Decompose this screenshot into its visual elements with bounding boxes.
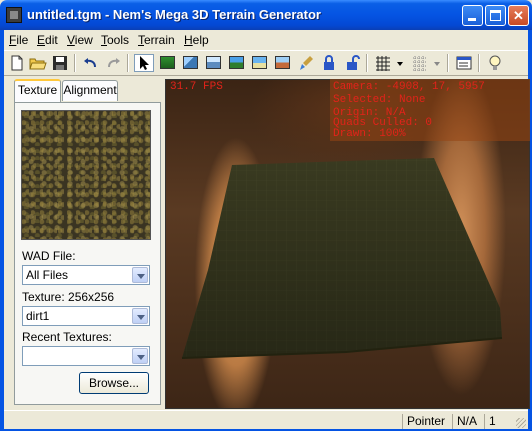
light-bulb-button[interactable] bbox=[485, 54, 505, 72]
undo-button[interactable] bbox=[80, 54, 100, 72]
properties-button[interactable] bbox=[454, 54, 474, 72]
menu-file[interactable]: File bbox=[9, 33, 28, 47]
toolbar-separator bbox=[447, 54, 449, 72]
drawn-readout: Drawn: 100% bbox=[333, 128, 406, 140]
terrain-tool-1-icon bbox=[160, 56, 175, 69]
menu-view[interactable]: View bbox=[67, 33, 93, 47]
pointer-arrow-icon bbox=[140, 56, 149, 70]
lock-button[interactable] bbox=[319, 54, 339, 72]
grid-dotted-icon bbox=[413, 56, 427, 71]
properties-icon bbox=[456, 56, 472, 70]
toolbar-separator bbox=[366, 54, 368, 72]
toolbar-separator bbox=[127, 54, 129, 72]
recent-textures-label: Recent Textures: bbox=[22, 330, 112, 344]
save-disk-icon bbox=[53, 56, 67, 70]
grid-dropdown-button[interactable] bbox=[395, 54, 405, 72]
texture-preview bbox=[21, 110, 151, 240]
lock-icon bbox=[324, 55, 334, 70]
terrain-tool-3-button[interactable] bbox=[204, 54, 224, 72]
open-button[interactable] bbox=[28, 54, 48, 72]
wad-file-select[interactable]: All Files bbox=[22, 265, 150, 285]
selected-readout: Selected: None bbox=[333, 94, 426, 106]
maximize-icon bbox=[490, 10, 501, 21]
title-bar[interactable]: untitled.tgm - Nem's Mega 3D Terrain Gen… bbox=[0, 0, 532, 30]
terrain-tool-4-button[interactable] bbox=[227, 54, 247, 72]
menu-edit[interactable]: Edit bbox=[37, 33, 58, 47]
close-button[interactable]: ✕ bbox=[508, 5, 529, 26]
paint-brush-button[interactable] bbox=[296, 54, 316, 72]
grid-dotted-button[interactable] bbox=[410, 54, 430, 72]
status-coord: N/A bbox=[452, 414, 484, 429]
terrain-tool-6-button[interactable] bbox=[273, 54, 293, 72]
wad-file-value: All Files bbox=[26, 268, 69, 282]
texture-size-label: Texture: 256x256 bbox=[22, 290, 115, 304]
terrain-tool-2-button[interactable] bbox=[181, 54, 201, 72]
tab-texture[interactable]: Texture bbox=[14, 79, 61, 102]
chevron-down-icon bbox=[397, 62, 403, 66]
terrain-tool-3-icon bbox=[206, 56, 221, 69]
toolbar-separator bbox=[478, 54, 480, 72]
texture-value: dirt1 bbox=[26, 309, 50, 323]
browse-button[interactable]: Browse... bbox=[79, 372, 149, 394]
unlock-button[interactable] bbox=[342, 54, 362, 72]
terrain-tool-5-button[interactable] bbox=[250, 54, 270, 72]
terrain-tool-6-icon bbox=[275, 56, 290, 69]
app-icon bbox=[6, 7, 22, 23]
maximize-button[interactable] bbox=[485, 5, 506, 26]
resize-grip[interactable] bbox=[516, 418, 526, 428]
unlock-icon bbox=[347, 55, 360, 70]
grid-button[interactable] bbox=[373, 54, 393, 72]
menu-help[interactable]: Help bbox=[184, 33, 209, 47]
open-folder-icon bbox=[29, 58, 47, 70]
grid-dotted-dropdown-button[interactable] bbox=[432, 54, 442, 72]
tab-strip: Texture Alignment bbox=[0, 79, 165, 102]
texture-select[interactable]: dirt1 bbox=[22, 306, 150, 326]
chevron-down-icon[interactable] bbox=[132, 348, 148, 364]
grid-icon bbox=[376, 56, 390, 71]
menu-tools[interactable]: Tools bbox=[101, 33, 129, 47]
wad-file-label: WAD File: bbox=[22, 249, 76, 263]
minimize-button[interactable] bbox=[462, 5, 483, 26]
status-mode: Pointer bbox=[402, 414, 452, 429]
tab-alignment[interactable]: Alignment bbox=[62, 80, 118, 101]
paint-brush-icon bbox=[300, 56, 313, 70]
fps-counter: 31.7 FPS bbox=[170, 81, 223, 93]
status-bar: Pointer N/A 1 bbox=[4, 410, 528, 430]
new-file-icon bbox=[11, 55, 23, 71]
new-file-button[interactable] bbox=[7, 54, 27, 72]
minimize-icon bbox=[468, 18, 476, 21]
light-bulb-icon bbox=[489, 55, 501, 70]
pointer-tool-button[interactable] bbox=[134, 54, 154, 72]
save-button[interactable] bbox=[50, 54, 70, 72]
menu-bar: File Edit View Tools Terrain Help bbox=[4, 30, 528, 49]
terrain-tool-5-icon bbox=[252, 56, 267, 69]
camera-readout: Camera: -4908, 17, 5957 bbox=[333, 81, 485, 93]
terrain-tool-4-icon bbox=[229, 56, 244, 69]
terrain-tool-1-button[interactable] bbox=[158, 54, 178, 72]
close-icon: ✕ bbox=[513, 8, 524, 23]
chevron-down-icon bbox=[434, 62, 440, 66]
toolbar-separator bbox=[74, 54, 76, 72]
chevron-down-icon[interactable] bbox=[132, 267, 148, 283]
menu-terrain[interactable]: Terrain bbox=[138, 33, 175, 47]
redo-button[interactable] bbox=[104, 54, 124, 72]
toolbar bbox=[4, 50, 528, 76]
recent-textures-select[interactable] bbox=[22, 346, 150, 366]
redo-icon bbox=[108, 58, 120, 68]
terrain-tool-2-icon bbox=[183, 56, 198, 69]
undo-icon bbox=[84, 58, 96, 68]
window-title: untitled.tgm - Nem's Mega 3D Terrain Gen… bbox=[27, 7, 321, 22]
chevron-down-icon[interactable] bbox=[132, 308, 148, 324]
status-count: 1 bbox=[484, 414, 510, 429]
